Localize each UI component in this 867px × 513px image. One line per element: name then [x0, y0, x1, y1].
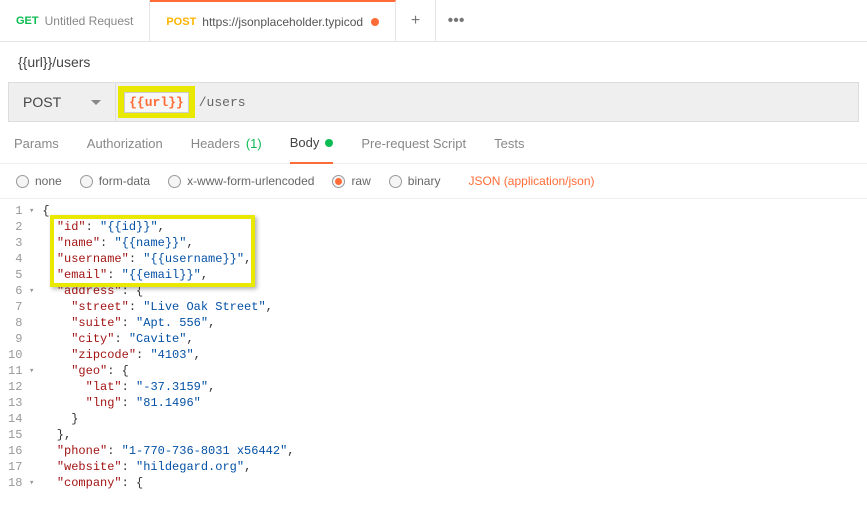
- code-line: "username": "{{username}}",: [42, 251, 294, 267]
- code-line: "lat": "-37.3159",: [42, 379, 294, 395]
- code-line: "suite": "Apt. 556",: [42, 315, 294, 331]
- line-number: 12: [8, 379, 34, 395]
- tab-body[interactable]: Body: [290, 135, 334, 164]
- headers-label: Headers: [191, 136, 240, 151]
- tab-options-button[interactable]: •••: [436, 0, 476, 41]
- method-url-bar: POST {{url}} /users: [8, 82, 859, 122]
- code-line: {: [42, 203, 294, 219]
- tab-title: https://jsonplaceholder.typicod: [202, 15, 363, 29]
- tab-params[interactable]: Params: [14, 136, 59, 163]
- line-number: 18▾: [8, 475, 34, 491]
- method-badge-post: POST: [166, 16, 196, 28]
- body-active-dot-icon: [325, 139, 333, 147]
- fold-toggle-icon[interactable]: ▾: [26, 283, 34, 299]
- code-line: "company": {: [42, 475, 294, 491]
- line-number: 2: [8, 219, 34, 235]
- line-number: 11▾: [8, 363, 34, 379]
- code-line: }: [42, 411, 294, 427]
- body-label: Body: [290, 135, 320, 150]
- tab-title: Untitled Request: [45, 14, 134, 28]
- ellipsis-icon: •••: [448, 12, 465, 30]
- tab-get-request[interactable]: GET Untitled Request: [0, 0, 150, 41]
- radio-label: form-data: [99, 174, 150, 188]
- radio-formdata[interactable]: form-data: [80, 174, 150, 188]
- tab-prerequest[interactable]: Pre-request Script: [361, 136, 466, 163]
- code-line: "lng": "81.1496": [42, 395, 294, 411]
- headers-count: (1): [246, 136, 262, 151]
- line-number: 1▾: [8, 203, 34, 219]
- radio-label: raw: [351, 174, 370, 188]
- plus-icon: +: [411, 12, 420, 30]
- request-section-tabs: Params Authorization Headers (1) Body Pr…: [0, 122, 867, 164]
- radio-label: x-www-form-urlencoded: [187, 174, 314, 188]
- method-dropdown[interactable]: POST: [9, 83, 116, 121]
- content-type-dropdown[interactable]: JSON (application/json): [468, 174, 594, 188]
- line-number: 3: [8, 235, 34, 251]
- radio-icon: [16, 175, 29, 188]
- fold-toggle-icon[interactable]: ▾: [26, 203, 34, 219]
- new-tab-button[interactable]: +: [396, 0, 436, 41]
- radio-icon: [168, 175, 181, 188]
- tab-headers[interactable]: Headers (1): [191, 136, 262, 163]
- fold-toggle-icon[interactable]: ▾: [26, 363, 34, 379]
- radio-label: none: [35, 174, 62, 188]
- line-number: 16: [8, 443, 34, 459]
- code-line: "street": "Live Oak Street",: [42, 299, 294, 315]
- url-variable: {{url}}: [124, 92, 189, 113]
- line-number: 9: [8, 331, 34, 347]
- line-number: 6▾: [8, 283, 34, 299]
- code-line: },: [42, 427, 294, 443]
- tabs-row: GET Untitled Request POST https://jsonpl…: [0, 0, 867, 42]
- body-editor[interactable]: 1▾23456▾7891011▾12131415161718▾ { "id": …: [0, 199, 867, 491]
- code-line: "phone": "1-770-736-8031 x56442",: [42, 443, 294, 459]
- method-badge-get: GET: [16, 15, 39, 27]
- radio-icon: [389, 175, 402, 188]
- line-number: 14: [8, 411, 34, 427]
- code-line: "website": "hildegard.org",: [42, 459, 294, 475]
- request-title: {{url}}/users: [0, 42, 867, 82]
- fold-toggle-icon[interactable]: ▾: [26, 475, 34, 491]
- radio-icon: [80, 175, 93, 188]
- radio-xwww[interactable]: x-www-form-urlencoded: [168, 174, 314, 188]
- line-number: 17: [8, 459, 34, 475]
- unsaved-dot-icon: [371, 18, 379, 26]
- radio-raw[interactable]: raw: [332, 174, 370, 188]
- line-number: 13: [8, 395, 34, 411]
- method-value: POST: [23, 94, 61, 110]
- code-area[interactable]: { "id": "{{id}}", "name": "{{name}}", "u…: [42, 203, 294, 491]
- url-path: /users: [199, 95, 246, 110]
- code-line: "name": "{{name}}",: [42, 235, 294, 251]
- radio-none[interactable]: none: [16, 174, 62, 188]
- line-number: 5: [8, 267, 34, 283]
- radio-label: binary: [408, 174, 441, 188]
- line-number: 8: [8, 315, 34, 331]
- line-gutter: 1▾23456▾7891011▾12131415161718▾: [0, 203, 42, 491]
- tab-post-request[interactable]: POST https://jsonplaceholder.typicod: [150, 0, 396, 41]
- code-line: "id": "{{id}}",: [42, 219, 294, 235]
- line-number: 4: [8, 251, 34, 267]
- line-number: 7: [8, 299, 34, 315]
- url-variable-highlight: {{url}}: [118, 86, 195, 118]
- radio-binary[interactable]: binary: [389, 174, 441, 188]
- url-input[interactable]: {{url}} /users: [116, 83, 858, 121]
- code-line: "email": "{{email}}",: [42, 267, 294, 283]
- code-line: "address": {: [42, 283, 294, 299]
- chevron-down-icon: [91, 100, 101, 105]
- code-line: "zipcode": "4103",: [42, 347, 294, 363]
- code-line: "geo": {: [42, 363, 294, 379]
- line-number: 10: [8, 347, 34, 363]
- radio-icon: [332, 175, 345, 188]
- tab-tests[interactable]: Tests: [494, 136, 524, 163]
- body-type-radios: none form-data x-www-form-urlencoded raw…: [0, 164, 867, 199]
- tab-authorization[interactable]: Authorization: [87, 136, 163, 163]
- code-line: "city": "Cavite",: [42, 331, 294, 347]
- line-number: 15: [8, 427, 34, 443]
